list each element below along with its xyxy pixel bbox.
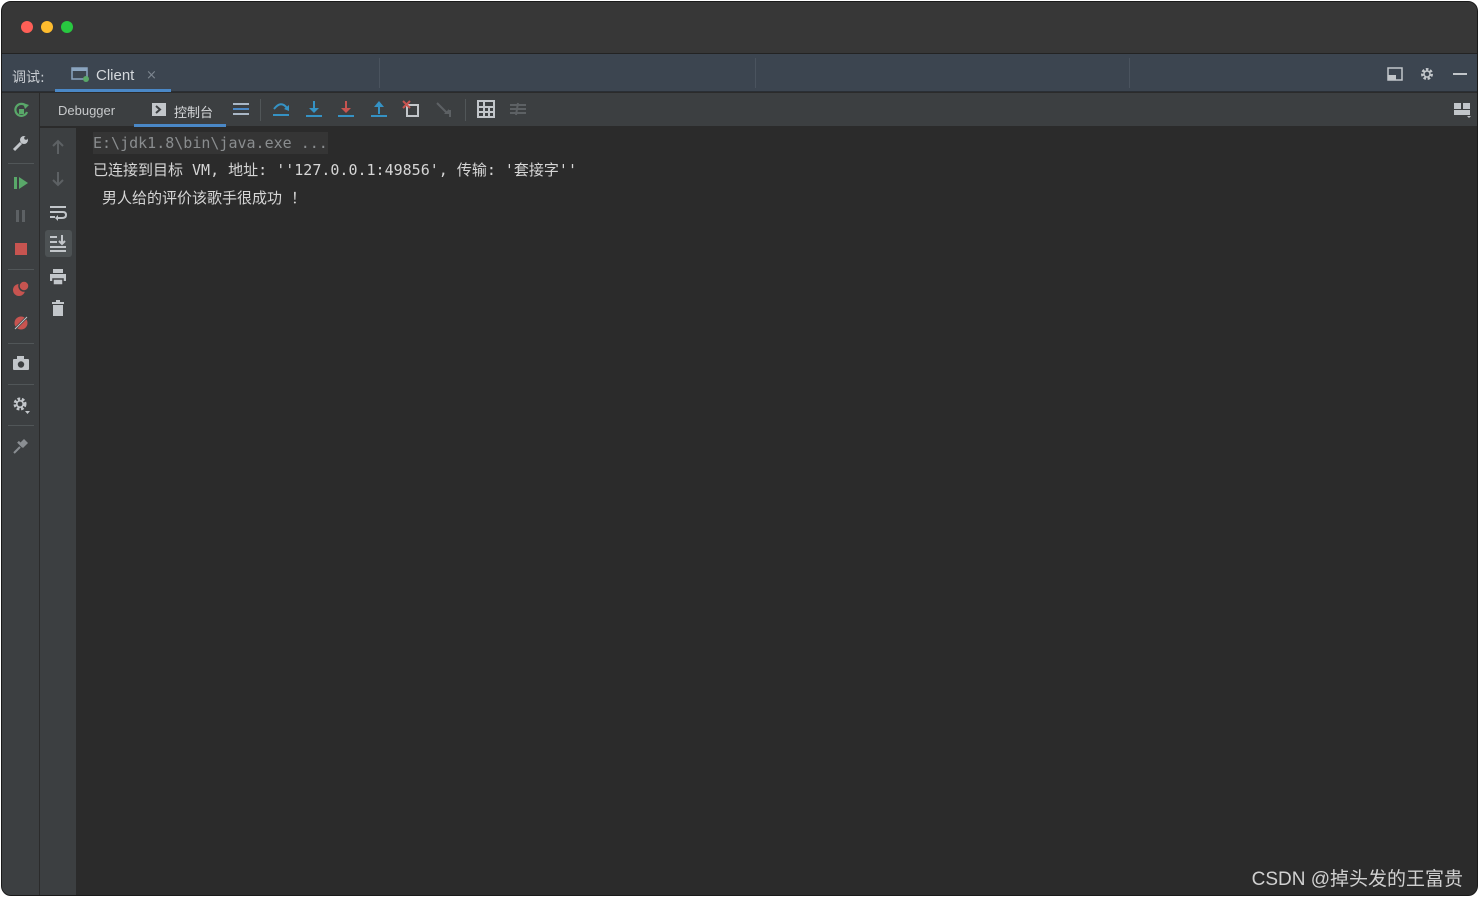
window-maximize-button[interactable] <box>61 21 73 33</box>
toolbar-divider <box>8 163 34 164</box>
gear-icon[interactable] <box>1418 66 1436 82</box>
stop-icon[interactable] <box>11 239 31 259</box>
debugger-tabs-toolbar: Debugger 控制台 <box>40 93 1477 127</box>
soft-wrap-icon[interactable] <box>49 203 67 221</box>
rerun-icon[interactable] <box>11 100 31 120</box>
settings-wrench-icon[interactable] <box>11 133 31 153</box>
window-minimize-button[interactable] <box>41 21 53 33</box>
console-icon <box>152 103 166 116</box>
console-output[interactable]: E:\jdk1.8\bin\java.exe ... 已连接到目标 VM, 地址… <box>77 128 1477 895</box>
header-divider <box>1129 58 1130 88</box>
console-line-connected: 已连接到目标 VM, 地址: ''127.0.0.1:49856', 传输: '… <box>93 161 577 179</box>
up-arrow-icon[interactable] <box>49 138 67 156</box>
print-icon[interactable] <box>49 268 67 286</box>
toolbar-divider <box>8 343 34 344</box>
active-tab-indicator <box>134 124 226 127</box>
window-close-button[interactable] <box>21 21 33 33</box>
tab-console-label: 控制台 <box>174 106 214 121</box>
tab-client[interactable]: Client × <box>55 58 171 92</box>
application-icon <box>71 67 89 82</box>
toolbar-divider <box>465 99 466 121</box>
title-bar <box>2 2 1477 54</box>
show-execution-point-icon[interactable] <box>232 100 250 118</box>
step-over-icon[interactable] <box>272 100 290 118</box>
minimize-icon[interactable] <box>1451 66 1469 82</box>
drop-frame-icon[interactable] <box>402 100 420 118</box>
view-breakpoints-icon[interactable] <box>11 279 31 299</box>
force-step-into-icon[interactable] <box>337 100 355 118</box>
toolbar-divider <box>8 269 34 270</box>
console-side-toolbar <box>40 128 77 895</box>
step-into-icon[interactable] <box>305 100 323 118</box>
trace-current-stream-icon[interactable] <box>509 100 527 118</box>
toolbar-divider <box>8 384 34 385</box>
ide-window: 调试: Client × Debugger 控制台 E:\jdk1.8\bin\… <box>1 1 1478 896</box>
camera-icon[interactable] <box>11 353 31 373</box>
active-tab-indicator <box>55 89 171 92</box>
layout-options-icon[interactable] <box>1453 100 1471 118</box>
run-to-cursor-icon[interactable] <box>435 100 453 118</box>
gear-icon[interactable] <box>11 395 31 415</box>
close-icon[interactable]: × <box>146 68 157 83</box>
watermark: CSDN @掉头发的王富贵 <box>1251 869 1463 890</box>
pause-icon[interactable] <box>11 206 31 226</box>
mute-breakpoints-icon[interactable] <box>11 313 31 333</box>
debug-side-toolbar <box>2 93 40 895</box>
down-arrow-icon[interactable] <box>49 170 67 188</box>
toolbar-divider <box>260 99 261 121</box>
console-line-output: 男人给的评价该歌手很成功 ！ <box>93 189 307 207</box>
debug-label: 调试: <box>12 70 45 86</box>
resume-icon[interactable] <box>11 173 31 193</box>
header-divider <box>755 58 756 88</box>
evaluate-expression-icon[interactable] <box>477 100 495 118</box>
tab-debugger[interactable]: Debugger <box>58 103 115 118</box>
client-tab-label: Client <box>96 67 135 84</box>
restore-layout-icon[interactable] <box>1386 66 1404 82</box>
clear-icon[interactable] <box>49 299 67 317</box>
tab-console[interactable]: 控制台 <box>134 93 226 127</box>
toolbar-divider <box>8 425 34 426</box>
header-divider <box>379 58 380 88</box>
scroll-to-end-icon[interactable] <box>49 234 67 252</box>
step-out-icon[interactable] <box>370 100 388 118</box>
debug-tool-header: 调试: Client × <box>2 54 1477 92</box>
console-line-command[interactable]: E:\jdk1.8\bin\java.exe ... <box>93 132 328 154</box>
pin-icon[interactable] <box>11 436 31 456</box>
